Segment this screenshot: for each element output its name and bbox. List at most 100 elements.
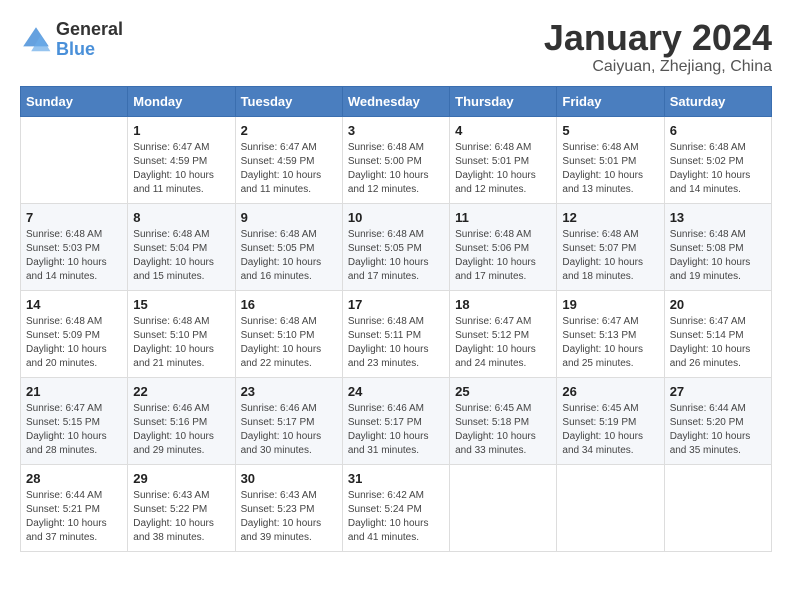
calendar-cell: 1 Sunrise: 6:47 AM Sunset: 4:59 PM Daylig… [128, 117, 235, 204]
logo-icon [20, 24, 52, 56]
day-info: Sunrise: 6:48 AM Sunset: 5:10 PM Dayligh… [133, 315, 229, 371]
day-info: Sunrise: 6:47 AM Sunset: 5:14 PM Dayligh… [670, 315, 766, 371]
day-number: 5 [562, 123, 658, 138]
calendar-cell: 21 Sunrise: 6:47 AM Sunset: 5:15 PM Dayli… [21, 378, 128, 465]
day-number: 2 [241, 123, 337, 138]
calendar-cell: 31Sunrise: 6:42 AM Sunset: 5:24 PM Dayli… [342, 465, 449, 552]
day-number: 4 [455, 123, 551, 138]
calendar-cell [557, 465, 664, 552]
week-row-2: 7 Sunrise: 6:48 AM Sunset: 5:03 PM Daylig… [21, 204, 772, 291]
day-number: 18 [455, 297, 551, 312]
day-number: 8 [133, 210, 229, 225]
calendar-cell: 17Sunrise: 6:48 AM Sunset: 5:11 PM Dayli… [342, 291, 449, 378]
week-row-5: 28 Sunrise: 6:44 AM Sunset: 5:21 PM Dayli… [21, 465, 772, 552]
day-number: 25 [455, 384, 551, 399]
day-info: Sunrise: 6:48 AM Sunset: 5:11 PM Dayligh… [348, 315, 444, 371]
day-info: Sunrise: 6:48 AM Sunset: 5:10 PM Dayligh… [241, 315, 337, 371]
calendar-cell: 29 Sunrise: 6:43 AM Sunset: 5:22 PM Dayli… [128, 465, 235, 552]
day-number: 7 [26, 210, 122, 225]
day-info: Sunrise: 6:47 AM Sunset: 5:13 PM Dayligh… [562, 315, 658, 371]
calendar-cell: 22 Sunrise: 6:46 AM Sunset: 5:16 PM Dayli… [128, 378, 235, 465]
calendar-cell: 19 Sunrise: 6:47 AM Sunset: 5:13 PM Dayli… [557, 291, 664, 378]
day-info: Sunrise: 6:46 AM Sunset: 5:16 PM Dayligh… [133, 402, 229, 458]
day-number: 9 [241, 210, 337, 225]
calendar-cell: 14Sunrise: 6:48 AM Sunset: 5:09 PM Dayli… [21, 291, 128, 378]
day-info: Sunrise: 6:44 AM Sunset: 5:20 PM Dayligh… [670, 402, 766, 458]
day-info: Sunrise: 6:48 AM Sunset: 5:07 PM Dayligh… [562, 228, 658, 284]
day-info: Sunrise: 6:43 AM Sunset: 5:23 PM Dayligh… [241, 489, 337, 545]
day-info: Sunrise: 6:45 AM Sunset: 5:18 PM Dayligh… [455, 402, 551, 458]
calendar-cell: 24Sunrise: 6:46 AM Sunset: 5:17 PM Dayli… [342, 378, 449, 465]
calendar-cell: 8Sunrise: 6:48 AM Sunset: 5:04 PM Daylig… [128, 204, 235, 291]
calendar-cell: 7 Sunrise: 6:48 AM Sunset: 5:03 PM Daylig… [21, 204, 128, 291]
day-info: Sunrise: 6:43 AM Sunset: 5:22 PM Dayligh… [133, 489, 229, 545]
logo-text: General Blue [56, 20, 123, 60]
week-row-3: 14Sunrise: 6:48 AM Sunset: 5:09 PM Dayli… [21, 291, 772, 378]
calendar-cell: 12 Sunrise: 6:48 AM Sunset: 5:07 PM Dayli… [557, 204, 664, 291]
day-number: 20 [670, 297, 766, 312]
day-header-thursday: Thursday [450, 87, 557, 117]
calendar-cell: 13Sunrise: 6:48 AM Sunset: 5:08 PM Dayli… [664, 204, 771, 291]
calendar-cell: 27 Sunrise: 6:44 AM Sunset: 5:20 PM Dayli… [664, 378, 771, 465]
day-info: Sunrise: 6:46 AM Sunset: 5:17 PM Dayligh… [348, 402, 444, 458]
calendar-cell: 5 Sunrise: 6:48 AM Sunset: 5:01 PM Daylig… [557, 117, 664, 204]
day-info: Sunrise: 6:46 AM Sunset: 5:17 PM Dayligh… [241, 402, 337, 458]
day-info: Sunrise: 6:47 AM Sunset: 5:15 PM Dayligh… [26, 402, 122, 458]
calendar-cell: 16Sunrise: 6:48 AM Sunset: 5:10 PM Dayli… [235, 291, 342, 378]
day-info: Sunrise: 6:48 AM Sunset: 5:02 PM Dayligh… [670, 141, 766, 197]
calendar-cell: 18 Sunrise: 6:47 AM Sunset: 5:12 PM Dayli… [450, 291, 557, 378]
day-number: 21 [26, 384, 122, 399]
day-info: Sunrise: 6:48 AM Sunset: 5:05 PM Dayligh… [348, 228, 444, 284]
days-header-row: SundayMondayTuesdayWednesdayThursdayFrid… [21, 87, 772, 117]
calendar-cell: 15 Sunrise: 6:48 AM Sunset: 5:10 PM Dayli… [128, 291, 235, 378]
day-header-friday: Friday [557, 87, 664, 117]
calendar-table: SundayMondayTuesdayWednesdayThursdayFrid… [20, 86, 772, 552]
logo-general: General [56, 20, 123, 40]
calendar-cell: 4Sunrise: 6:48 AM Sunset: 5:01 PM Daylig… [450, 117, 557, 204]
calendar-cell: 28 Sunrise: 6:44 AM Sunset: 5:21 PM Dayli… [21, 465, 128, 552]
calendar-cell: 23 Sunrise: 6:46 AM Sunset: 5:17 PM Dayli… [235, 378, 342, 465]
day-number: 13 [670, 210, 766, 225]
day-info: Sunrise: 6:48 AM Sunset: 5:03 PM Dayligh… [26, 228, 122, 284]
day-info: Sunrise: 6:48 AM Sunset: 5:00 PM Dayligh… [348, 141, 444, 197]
calendar-cell [450, 465, 557, 552]
day-info: Sunrise: 6:47 AM Sunset: 5:12 PM Dayligh… [455, 315, 551, 371]
day-number: 23 [241, 384, 337, 399]
logo-blue: Blue [56, 40, 123, 60]
title-block: January 2024 Caiyuan, Zhejiang, China [544, 20, 772, 76]
day-number: 3 [348, 123, 444, 138]
day-number: 29 [133, 471, 229, 486]
day-info: Sunrise: 6:47 AM Sunset: 4:59 PM Dayligh… [133, 141, 229, 197]
day-info: Sunrise: 6:48 AM Sunset: 5:01 PM Dayligh… [562, 141, 658, 197]
page-header: General Blue January 2024 Caiyuan, Zheji… [20, 20, 772, 76]
day-header-wednesday: Wednesday [342, 87, 449, 117]
day-number: 12 [562, 210, 658, 225]
calendar-cell: 25 Sunrise: 6:45 AM Sunset: 5:18 PM Dayli… [450, 378, 557, 465]
day-number: 19 [562, 297, 658, 312]
calendar-cell: 11 Sunrise: 6:48 AM Sunset: 5:06 PM Dayli… [450, 204, 557, 291]
day-number: 6 [670, 123, 766, 138]
calendar-cell: 2 Sunrise: 6:47 AM Sunset: 4:59 PM Daylig… [235, 117, 342, 204]
calendar-cell [664, 465, 771, 552]
calendar-cell: 9Sunrise: 6:48 AM Sunset: 5:05 PM Daylig… [235, 204, 342, 291]
day-number: 27 [670, 384, 766, 399]
day-number: 1 [133, 123, 229, 138]
calendar-cell: 20 Sunrise: 6:47 AM Sunset: 5:14 PM Dayli… [664, 291, 771, 378]
day-number: 31 [348, 471, 444, 486]
day-info: Sunrise: 6:48 AM Sunset: 5:06 PM Dayligh… [455, 228, 551, 284]
day-info: Sunrise: 6:47 AM Sunset: 4:59 PM Dayligh… [241, 141, 337, 197]
logo: General Blue [20, 20, 123, 60]
calendar-cell: 6 Sunrise: 6:48 AM Sunset: 5:02 PM Daylig… [664, 117, 771, 204]
calendar-cell: 3 Sunrise: 6:48 AM Sunset: 5:00 PM Daylig… [342, 117, 449, 204]
day-info: Sunrise: 6:44 AM Sunset: 5:21 PM Dayligh… [26, 489, 122, 545]
day-header-monday: Monday [128, 87, 235, 117]
day-number: 22 [133, 384, 229, 399]
day-number: 28 [26, 471, 122, 486]
calendar-cell: 10 Sunrise: 6:48 AM Sunset: 5:05 PM Dayli… [342, 204, 449, 291]
day-number: 15 [133, 297, 229, 312]
day-number: 11 [455, 210, 551, 225]
day-number: 30 [241, 471, 337, 486]
day-info: Sunrise: 6:45 AM Sunset: 5:19 PM Dayligh… [562, 402, 658, 458]
day-number: 10 [348, 210, 444, 225]
calendar-cell: 26Sunrise: 6:45 AM Sunset: 5:19 PM Dayli… [557, 378, 664, 465]
